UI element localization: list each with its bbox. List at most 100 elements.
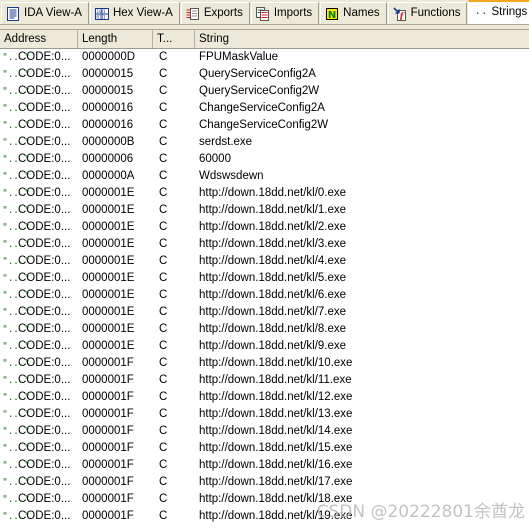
cell-type[interactable]: C [153,355,195,372]
cell-type[interactable]: C [153,236,195,253]
cell-type[interactable]: C [153,270,195,287]
cell-string[interactable]: http://down.18dd.net/kl/0.exe [195,185,529,202]
cell-length[interactable]: 0000001E [78,202,153,219]
cell-string[interactable]: http://down.18dd.net/kl/7.exe [195,304,529,321]
cell-string[interactable]: http://down.18dd.net/kl/1.exe [195,202,529,219]
cell-string[interactable]: http://down.18dd.net/kl/19.exe [195,508,529,525]
tab-names[interactable]: N Names [320,2,387,24]
cell-length[interactable]: 0000001F [78,355,153,372]
cell-string[interactable]: http://down.18dd.net/kl/18.exe [195,491,529,508]
table-row[interactable]: "..." CODE:0... 0000001F Chttp://down.18dd.… [0,457,529,474]
cell-string[interactable]: http://down.18dd.net/kl/13.exe [195,406,529,423]
cell-address[interactable]: "..." CODE:0... [0,236,78,253]
cell-string[interactable]: http://down.18dd.net/kl/3.exe [195,236,529,253]
cell-length[interactable]: 0000001F [78,508,153,525]
cell-string[interactable]: http://down.18dd.net/kl/10.exe [195,355,529,372]
cell-address[interactable]: "..." CODE:0... [0,66,78,83]
cell-type[interactable]: C [153,304,195,321]
table-row[interactable]: "..." CODE:0... 00000015 C QueryServiceConfi… [0,83,529,100]
cell-address[interactable]: "..." CODE:0... [0,117,78,134]
strings-table-body[interactable]: "..." CODE:0... 0000000D C FPUMaskValue "..."… [0,49,529,527]
table-row[interactable]: "..." CODE:0... 0000001E Chttp://down.18dd.… [0,202,529,219]
cell-string[interactable]: http://down.18dd.net/kl/5.exe [195,270,529,287]
cell-length[interactable]: 0000001E [78,304,153,321]
cell-length[interactable]: 00000016 [78,117,153,134]
cell-type[interactable]: C [153,389,195,406]
cell-type[interactable]: C [153,117,195,134]
cell-type[interactable]: C [153,338,195,355]
cell-string[interactable]: http://down.18dd.net/kl/6.exe [195,287,529,304]
table-row[interactable]: "..." CODE:0... 00000006 C 60000 [0,151,529,168]
cell-string[interactable]: 60000 [195,151,529,168]
cell-string[interactable]: http://down.18dd.net/kl/8.exe [195,321,529,338]
cell-length[interactable]: 0000000D [78,49,153,66]
cell-string[interactable]: serdst.exe [195,134,529,151]
cell-length[interactable]: 0000000B [78,134,153,151]
cell-address[interactable]: "..." CODE:0... [0,134,78,151]
cell-length[interactable]: 0000001E [78,270,153,287]
column-header-string[interactable]: String [195,30,529,48]
cell-address[interactable]: "..." CODE:0... [0,457,78,474]
cell-address[interactable]: "..." CODE:0... [0,338,78,355]
table-row[interactable]: "..." CODE:0... 0000001F Chttp://down.18dd.… [0,491,529,508]
cell-address[interactable]: "..." CODE:0... [0,287,78,304]
cell-string[interactable]: QueryServiceConfig2A [195,66,529,83]
cell-type[interactable]: C [153,253,195,270]
cell-type[interactable]: C [153,321,195,338]
cell-type[interactable]: C [153,168,195,185]
cell-length[interactable]: 00000016 [78,100,153,117]
cell-length[interactable]: 0000001F [78,474,153,491]
table-row[interactable]: "..." CODE:0... 0000001E Chttp://down.18dd.… [0,321,529,338]
cell-type[interactable]: C [153,440,195,457]
cell-type[interactable]: C [153,185,195,202]
table-row[interactable]: "..." CODE:0... 0000001E Chttp://down.18dd.… [0,338,529,355]
cell-string[interactable]: http://down.18dd.net/kl/12.exe [195,389,529,406]
cell-type[interactable]: C [153,287,195,304]
cell-type[interactable]: C [153,508,195,525]
cell-length[interactable]: 0000001E [78,338,153,355]
table-row[interactable]: "..." CODE:0... 0000001F Chttp://down.18dd.… [0,355,529,372]
cell-length[interactable]: 0000001F [78,372,153,389]
cell-address[interactable]: "..." CODE:0... [0,372,78,389]
cell-string[interactable]: FPUMaskValue [195,49,529,66]
cell-address[interactable]: "..." CODE:0... [0,202,78,219]
cell-length[interactable]: 0000001F [78,440,153,457]
table-row[interactable]: "..." CODE:0... 0000001F Chttp://down.18dd.… [0,474,529,491]
cell-type[interactable]: C [153,423,195,440]
cell-address[interactable]: "..." CODE:0... [0,100,78,117]
table-row[interactable]: "..." CODE:0... 0000000A C Wdswsdewn [0,168,529,185]
cell-string[interactable]: ChangeServiceConfig2W [195,117,529,134]
table-row[interactable]: "..." CODE:0... 0000001E Chttp://down.18dd.… [0,236,529,253]
table-row[interactable]: "..." CODE:0... 0000001E Chttp://down.18dd.… [0,185,529,202]
cell-type[interactable]: C [153,66,195,83]
cell-address[interactable]: "..." CODE:0... [0,355,78,372]
cell-address[interactable]: "..." CODE:0... [0,423,78,440]
table-row[interactable]: "..." CODE:0... 00000016 C ChangeServiceConf… [0,117,529,134]
cell-address[interactable]: "..." CODE:0... [0,83,78,100]
cell-type[interactable]: C [153,219,195,236]
cell-length[interactable]: 0000001E [78,287,153,304]
cell-length[interactable]: 00000015 [78,66,153,83]
column-header-address[interactable]: Address [0,30,78,48]
cell-length[interactable]: 0000001F [78,457,153,474]
tab-ida-view-a[interactable]: IDA View-A [1,2,89,24]
cell-address[interactable]: "..." CODE:0... [0,321,78,338]
table-row[interactable]: "..." CODE:0... 0000001F Chttp://down.18dd.… [0,508,529,525]
cell-string[interactable]: http://down.18dd.net/kl/16.exe [195,457,529,474]
cell-address[interactable]: "..." CODE:0... [0,440,78,457]
tab-imports[interactable]: Imports [250,2,320,24]
cell-string[interactable]: Wdswsdewn [195,168,529,185]
table-row[interactable]: "..." CODE:0... 0000000D C FPUMaskValue [0,49,529,66]
cell-type[interactable]: C [153,474,195,491]
column-header-length[interactable]: Length [78,30,153,48]
cell-type[interactable]: C [153,406,195,423]
tab-exports[interactable]: Exports [180,2,250,24]
cell-string[interactable]: http://down.18dd.net/kl/4.exe [195,253,529,270]
cell-string[interactable]: http://down.18dd.net/kl/11.exe [195,372,529,389]
table-row[interactable]: "..." CODE:0... 00000015 C QueryServiceConfi… [0,66,529,83]
cell-type[interactable]: C [153,49,195,66]
view-tab-bar[interactable]: IDA View-A 10 1 01 1 Hex View-A Exports Imports… [0,0,529,25]
cell-length[interactable]: 0000001E [78,253,153,270]
cell-address[interactable]: "..." CODE:0... [0,151,78,168]
cell-address[interactable]: "..." CODE:0... [0,508,78,525]
